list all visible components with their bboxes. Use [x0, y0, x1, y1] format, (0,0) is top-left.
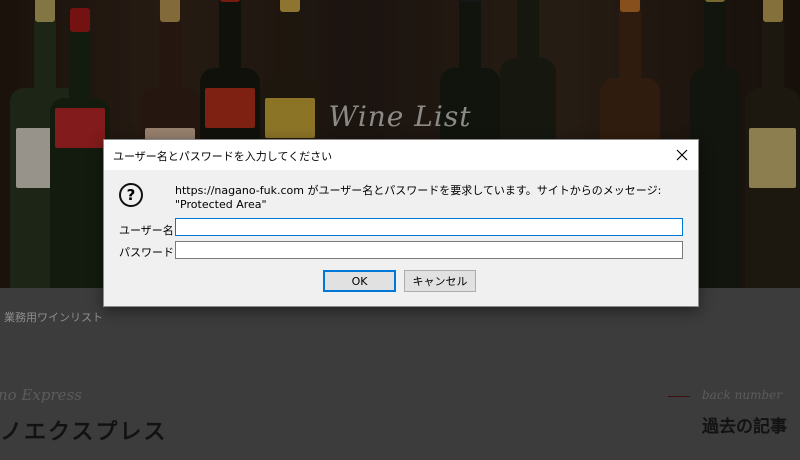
close-button[interactable] [666, 140, 698, 170]
ok-button[interactable]: OK [323, 270, 396, 292]
dialog-message: https://nagano-fuk.com がユーザー名とパスワードを要求して… [175, 184, 662, 197]
cancel-button[interactable]: キャンセル [404, 270, 476, 292]
question-icon: ? [119, 183, 143, 207]
password-label: パスワード: [119, 246, 178, 259]
dialog-titlebar: ユーザー名とパスワードを入力してください [104, 140, 698, 170]
username-label: ユーザー名: [119, 224, 178, 237]
close-icon [676, 149, 688, 161]
password-field[interactable] [175, 241, 683, 259]
auth-dialog: ユーザー名とパスワードを入力してください ? https://nagano-fu… [103, 139, 699, 307]
dialog-title: ユーザー名とパスワードを入力してください [113, 150, 333, 163]
dialog-realm: "Protected Area" [175, 198, 267, 211]
username-field[interactable] [175, 218, 683, 236]
